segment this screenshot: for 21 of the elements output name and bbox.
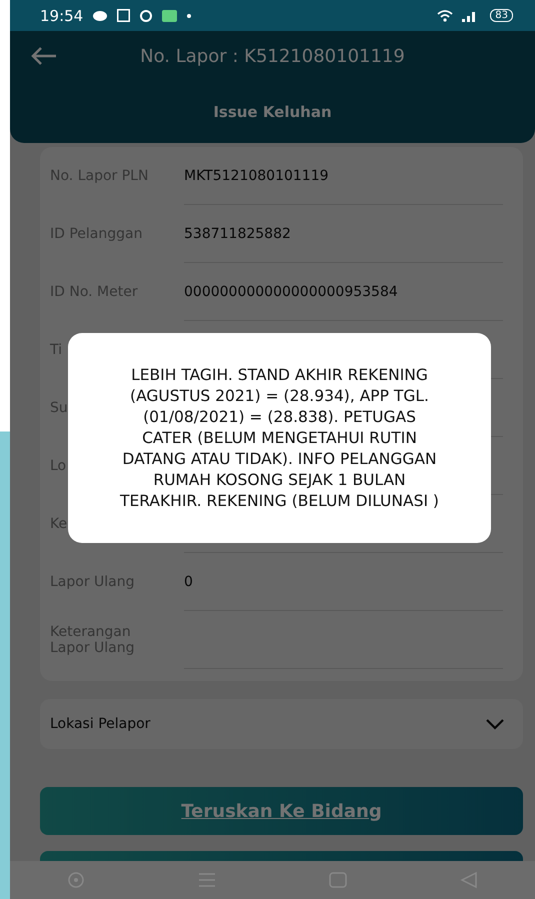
field-value: 538711825882 xyxy=(184,226,291,242)
back-arrow-icon[interactable] xyxy=(30,46,58,66)
status-time: 19:54 xyxy=(40,6,84,24)
gallery-icon xyxy=(117,9,130,22)
video-icon xyxy=(162,10,178,22)
action-button[interactable]: Teruskan Ke Bidang xyxy=(40,787,523,835)
chat-icon xyxy=(93,10,108,20)
issue-tab[interactable]: Issue Keluhan xyxy=(203,97,342,127)
eye-icon[interactable] xyxy=(66,870,86,890)
field-value: 000000000000000000953584 xyxy=(184,284,398,300)
circle-icon xyxy=(140,10,152,22)
field-value: 0 xyxy=(184,574,193,590)
menu-icon[interactable] xyxy=(196,872,217,888)
dot-icon xyxy=(187,14,192,18)
screen-title: No. Lapor : K5121080101119 xyxy=(139,46,406,66)
battery-indicator: 83 xyxy=(490,9,513,22)
field-value: MKT5121080101119 xyxy=(184,168,329,184)
back-icon[interactable] xyxy=(459,870,480,890)
home-icon[interactable] xyxy=(328,871,348,889)
dialog-message: LEBIH TAGIH. STAND AKHIR REKENING (AGUSTUS 2021) = (28.934), APP TGL. (01/08/2021) = (28.838). PETUGAS CATER (BELUM MENGETAHUI RUTIN DATANG ATAU TIDAK). INFO PELANGGAN RUMAH KOSONG SEJAK 1 BULAN TERAKHIR. REKENING (BELUM DILUNASI ) xyxy=(119,364,440,512)
location-section[interactable]: Lokasi Pelapor xyxy=(40,699,523,749)
